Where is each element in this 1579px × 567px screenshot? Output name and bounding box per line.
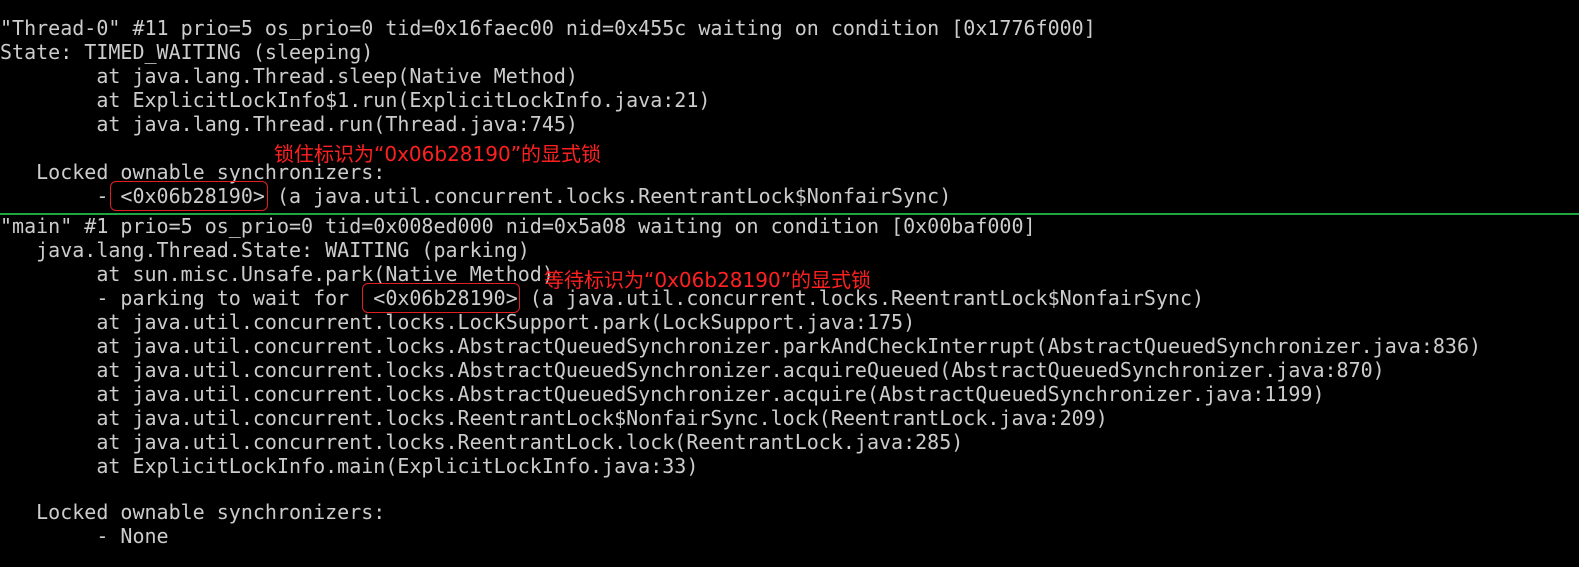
locked-lock-highlight <box>110 181 268 211</box>
terminal-line: "Thread-0" #11 prio=5 os_prio=0 tid=0x16… <box>0 16 1096 40</box>
terminal-line: at java.util.concurrent.locks.AbstractQu… <box>0 334 1482 358</box>
terminal-line: - None <box>0 524 169 548</box>
locked-lock-annotation: 锁住标识为“0x06b28190”的显式锁 <box>274 142 602 166</box>
terminal-line: "main" #1 prio=5 os_prio=0 tid=0x008ed00… <box>0 214 1036 238</box>
terminal-line: at java.util.concurrent.locks.LockSuppor… <box>0 310 916 334</box>
terminal-line: at java.lang.Thread.run(Thread.java:745) <box>0 112 578 136</box>
terminal-line: at java.util.concurrent.locks.ReentrantL… <box>0 406 1108 430</box>
terminal-line: at java.util.concurrent.locks.AbstractQu… <box>0 382 1325 406</box>
terminal-line: State: TIMED_WAITING (sleeping) <box>0 40 374 64</box>
terminal-line: java.lang.Thread.State: WAITING (parking… <box>0 238 530 262</box>
terminal-line: at java.util.concurrent.locks.ReentrantL… <box>0 430 964 454</box>
waiting-lock-annotation: 等待标识为“0x06b28190”的显式锁 <box>544 268 872 292</box>
terminal-line: at ExplicitLockInfo.main(ExplicitLockInf… <box>0 454 699 478</box>
waiting-lock-highlight <box>362 283 520 313</box>
terminal-line: Locked ownable synchronizers: <box>0 500 386 524</box>
terminal-line: at ExplicitLockInfo$1.run(ExplicitLockIn… <box>0 88 711 112</box>
terminal-line: at java.lang.Thread.sleep(Native Method) <box>0 64 578 88</box>
terminal-window[interactable]: "Thread-0" #11 prio=5 os_prio=0 tid=0x16… <box>0 0 1579 567</box>
terminal-line: at java.util.concurrent.locks.AbstractQu… <box>0 358 1385 382</box>
